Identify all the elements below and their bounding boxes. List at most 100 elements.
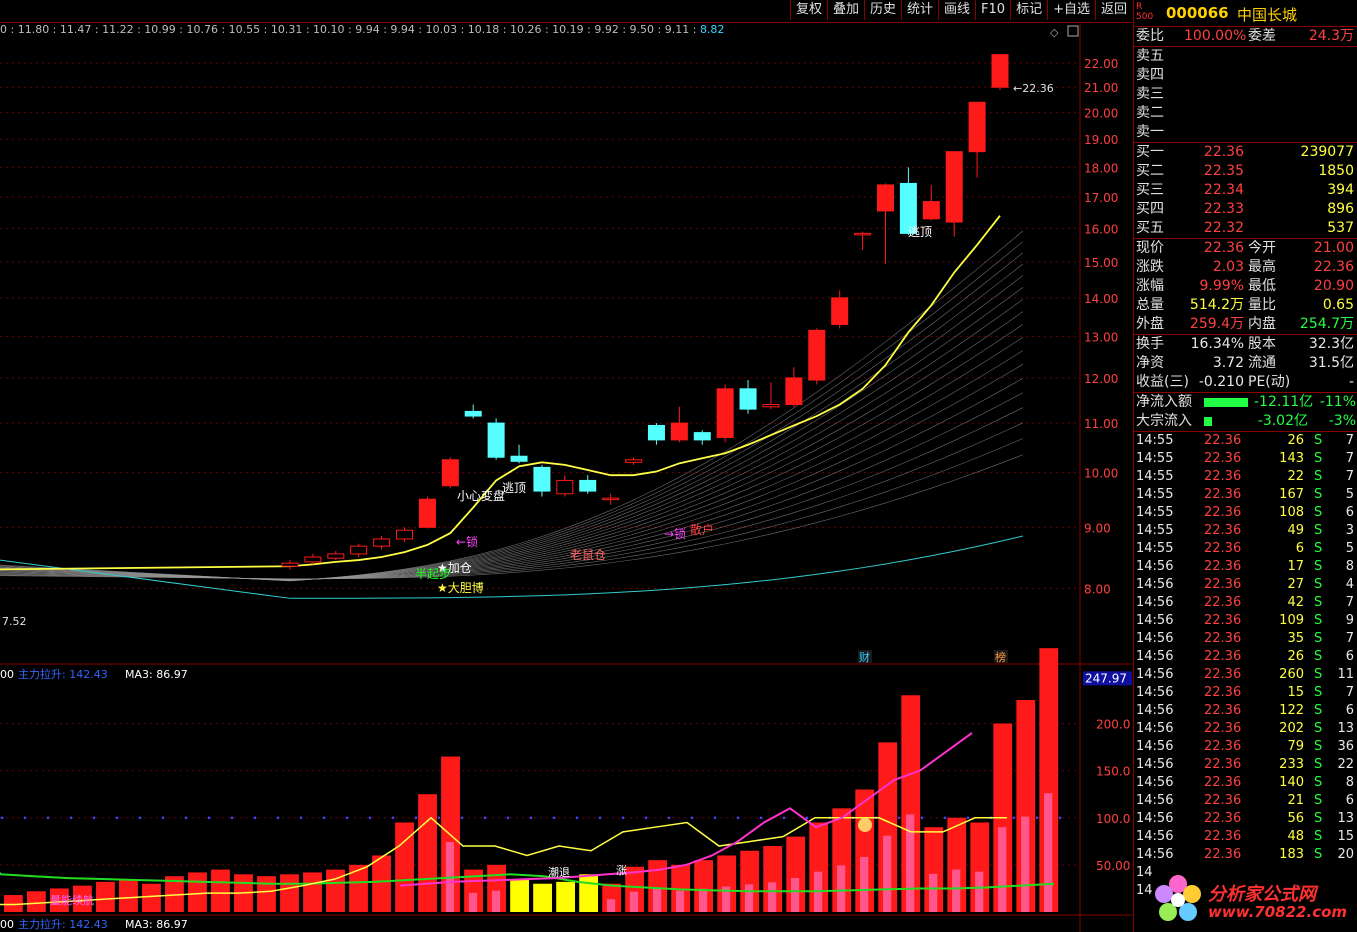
toolbar-button-6[interactable]: 标记: [1010, 0, 1047, 20]
indicator-dot: [759, 816, 763, 820]
stock-name[interactable]: 中国长城: [1237, 4, 1297, 25]
buy-level-label: 买四: [1136, 201, 1164, 217]
tick-price: 22.36: [1204, 523, 1242, 538]
candle[interactable]: [693, 430, 711, 445]
tick-row: 14:56 22.36 15 S 7: [1134, 684, 1357, 702]
buy-level-row[interactable]: 买一 22.36 239077: [1134, 143, 1357, 162]
buy-level-label: 买一: [1136, 144, 1164, 160]
stat-value: 2.03: [1212, 259, 1244, 275]
indicator-dot: [391, 816, 395, 820]
candle[interactable]: [785, 367, 803, 407]
signal-annotation: ←锁: [456, 534, 478, 549]
buy-level-row[interactable]: 买四 22.33 896: [1134, 200, 1357, 219]
weibi-row: 委比 100.00% 委差 24.3万: [1134, 27, 1357, 46]
candle[interactable]: [876, 183, 894, 264]
tick-price: 22.36: [1204, 487, 1242, 502]
tick-price: 22.36: [1204, 739, 1242, 754]
candle[interactable]: [625, 457, 643, 465]
indicator-bar: [533, 883, 552, 912]
candle[interactable]: [716, 384, 734, 443]
tick-volume: 6: [1295, 541, 1304, 556]
toolbar-button-7[interactable]: +自选: [1047, 0, 1095, 20]
indicator-dot: [805, 816, 809, 820]
indicator-bar: [211, 869, 230, 912]
candle[interactable]: [441, 457, 459, 489]
flow-pct: -3%: [1328, 413, 1356, 429]
indicator-dot: [943, 816, 947, 820]
tick-count: 6: [1345, 505, 1354, 520]
event-marker[interactable]: 财: [859, 650, 870, 664]
candle[interactable]: [647, 423, 665, 445]
sell-level-row: 卖一: [1134, 123, 1357, 142]
tick-side: S: [1314, 829, 1323, 844]
candle[interactable]: [739, 380, 757, 414]
indicator-bar: [556, 881, 575, 912]
stat-row: 涨跌 2.03 最高 22.36: [1134, 258, 1357, 277]
event-marker[interactable]: 榜: [995, 650, 1006, 664]
candle[interactable]: [304, 553, 322, 565]
tick-time: 14:56: [1136, 703, 1174, 718]
candle[interactable]: [602, 493, 620, 505]
toolbar-button-1[interactable]: 叠加: [826, 0, 864, 20]
buy-level-row[interactable]: 买三 22.34 394: [1134, 181, 1357, 200]
candle[interactable]: [579, 475, 597, 494]
candle[interactable]: [556, 475, 574, 497]
buy-level-row[interactable]: 买五 22.32 537: [1134, 219, 1357, 238]
candle[interactable]: [510, 444, 528, 464]
indicator-subbar: [790, 878, 800, 912]
candle[interactable]: [968, 101, 986, 178]
indicator-ma-2: MA3: 86.97: [125, 918, 188, 931]
tick-row: 14:56 22.36 42 S 7: [1134, 594, 1357, 612]
candle[interactable]: [670, 406, 688, 443]
candle[interactable]: [831, 290, 849, 329]
candle[interactable]: [533, 464, 551, 497]
toolbar-button-3[interactable]: 统计: [901, 0, 938, 20]
tick-row: 14:56 22.36 233 S 22: [1134, 756, 1357, 774]
sell-levels: 卖五 卖四 卖三 卖二 卖一: [1134, 47, 1357, 142]
candle[interactable]: [854, 231, 872, 251]
sell-level-row: 卖五: [1134, 47, 1357, 66]
price-axis-label: 22.00: [1084, 57, 1118, 71]
toolbar-button-5[interactable]: F10: [975, 0, 1010, 20]
kline-chart[interactable]: 22.00 21.00 20.00 19.00 18.00 17.00 16.00 15.00…: [0, 22, 1132, 932]
restore-icon[interactable]: [1067, 25, 1079, 37]
candle[interactable]: [487, 418, 505, 460]
tick-list[interactable]: 14:55 22.36 26 S 7 14:55 22.36 143 S 7 14:55 22.36 2…: [1134, 432, 1357, 900]
indicator-dot: [414, 816, 418, 820]
stat-value: 32.3亿: [1308, 336, 1354, 352]
stock-code[interactable]: 000066: [1166, 4, 1229, 22]
toolbar-button-4[interactable]: 画线: [938, 0, 975, 20]
buy-level-row[interactable]: 买二 22.35 1850: [1134, 162, 1357, 181]
flow-amount: -3.02亿: [1257, 413, 1308, 429]
ma-fan-line: [0, 299, 1024, 581]
candle[interactable]: [464, 404, 482, 419]
indicator-dot: [529, 816, 533, 820]
toolbar-button-8[interactable]: 返回: [1094, 0, 1132, 20]
price-axis-label: 15.00: [1084, 256, 1118, 270]
candle[interactable]: [327, 550, 345, 561]
stat-label: 股本: [1248, 336, 1276, 352]
candle[interactable]: [808, 328, 826, 385]
quote-header: R 500 000066 中国长城: [1134, 0, 1357, 27]
stat-row: 净资 3.72 流通 31.5亿: [1134, 354, 1357, 373]
tick-count: 5: [1345, 487, 1354, 502]
candle[interactable]: [418, 496, 436, 529]
candle[interactable]: [991, 54, 1009, 90]
toolbar-button-0[interactable]: 复权: [789, 0, 827, 20]
stat-label: 现价: [1136, 240, 1164, 256]
indicator-bar: [142, 883, 161, 912]
buy-level-volume: 1850: [1318, 163, 1354, 179]
candle[interactable]: [373, 536, 391, 550]
candle[interactable]: [922, 184, 940, 221]
flow-bar: [1204, 398, 1248, 407]
tick-time: 14:56: [1136, 811, 1174, 826]
candle[interactable]: [350, 543, 368, 557]
tick-price: 22.36: [1204, 433, 1242, 448]
candle[interactable]: [762, 382, 780, 410]
indicator-title-2: 主力拉升: 142.43: [18, 917, 108, 931]
diamond-icon[interactable]: ◇: [1050, 26, 1059, 39]
candle[interactable]: [281, 560, 299, 570]
candle[interactable]: [945, 151, 963, 237]
toolbar-button-2[interactable]: 历史: [863, 0, 901, 20]
candle[interactable]: [396, 527, 414, 542]
